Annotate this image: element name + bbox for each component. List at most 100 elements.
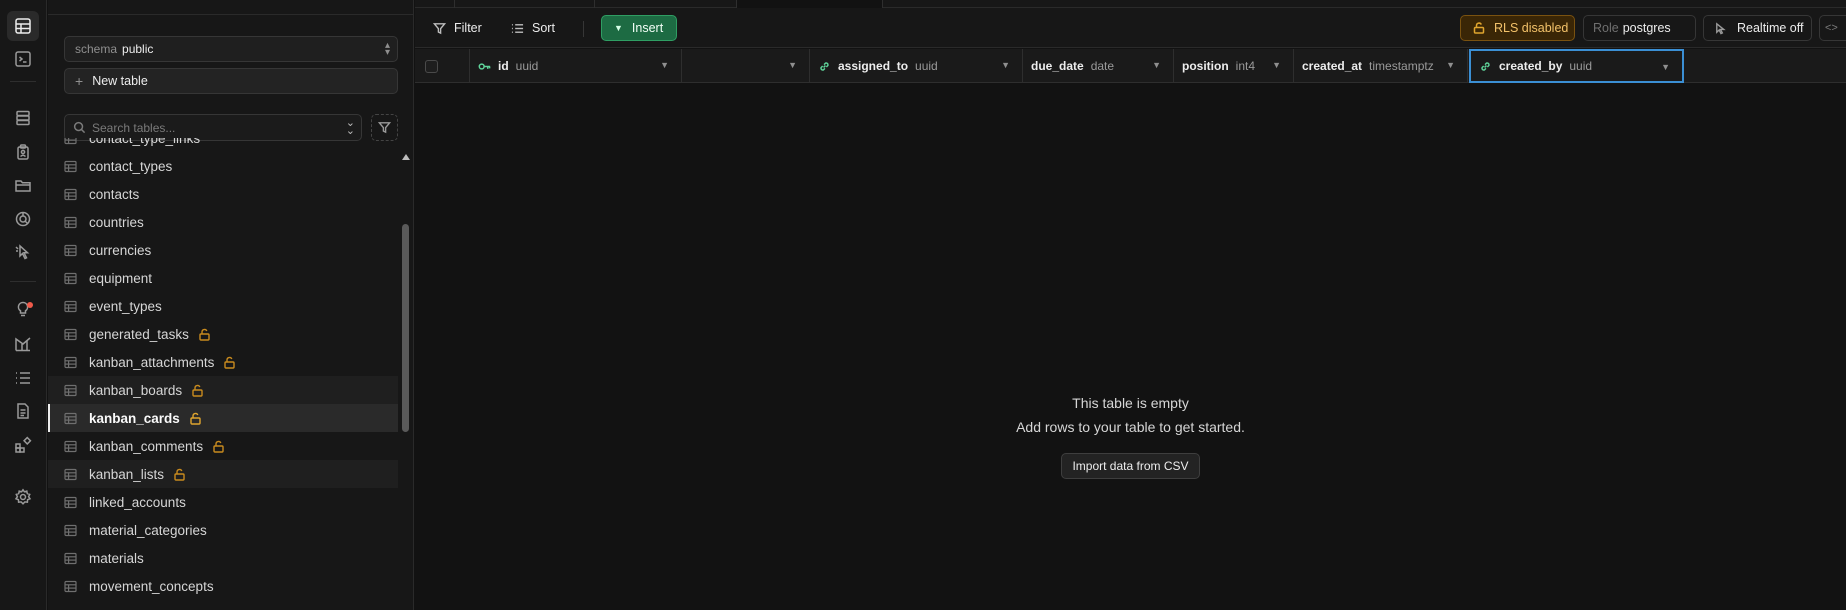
table-icon: [64, 300, 77, 312]
search-tables-input[interactable]: Search tables... ⌄ ⌄: [64, 114, 362, 141]
unlock-icon: [199, 328, 210, 341]
chevron-down-icon[interactable]: ▼: [1272, 60, 1281, 70]
unlock-icon: [190, 412, 201, 425]
sidebar-table-item[interactable]: currencies: [48, 236, 398, 264]
sidebar-table-label: kanban_cards: [89, 410, 180, 426]
reports-icon[interactable]: [7, 329, 39, 359]
edge-functions-icon[interactable]: [7, 237, 39, 267]
unlock-icon: [192, 384, 203, 397]
grid-toolbar: Filter Sort ▼ Insert RLS disabled Role p…: [415, 8, 1846, 48]
rls-disabled-button[interactable]: RLS disabled: [1460, 15, 1575, 41]
table-editor-icon[interactable]: [7, 11, 39, 41]
role-select[interactable]: Role postgres: [1583, 15, 1696, 41]
auth-icon[interactable]: [7, 137, 39, 167]
table-icon: [64, 412, 77, 424]
column-header-id[interactable]: id uuid ▼: [470, 49, 682, 83]
chevron-down-icon[interactable]: ▼: [1001, 60, 1010, 70]
rail-divider: [10, 281, 36, 282]
table-editor-main: Filter Sort ▼ Insert RLS disabled Role p…: [415, 0, 1846, 610]
sql-editor-icon[interactable]: [7, 44, 39, 74]
sidebar-table-item[interactable]: linked_accounts: [48, 488, 398, 516]
filter-tables-button[interactable]: [371, 114, 398, 141]
schema-value: public: [122, 42, 154, 56]
rls-label: RLS disabled: [1494, 21, 1569, 35]
column-header-created-at[interactable]: created_at timestamptz ▼: [1294, 49, 1468, 83]
filter-button[interactable]: Filter: [433, 15, 482, 41]
column-name: created_by: [1499, 59, 1563, 73]
column-header-assigned-to[interactable]: assigned_to uuid ▼: [810, 49, 1023, 83]
sidebar-table-label: event_types: [89, 298, 162, 314]
select-all-checkbox[interactable]: [425, 60, 438, 73]
new-table-button[interactable]: + New table: [64, 68, 398, 94]
tab-fragment[interactable]: [595, 0, 737, 8]
sidebar-table-item[interactable]: contact_types: [48, 152, 398, 180]
sidebar-table-item[interactable]: kanban_attachments: [48, 348, 398, 376]
scroll-thumb[interactable]: [402, 224, 409, 432]
schema-label: schema: [75, 42, 118, 56]
sidebar-table-label: kanban_comments: [89, 438, 204, 454]
sidebar-table-label: generated_tasks: [89, 326, 189, 342]
sidebar-table-item[interactable]: generated_tasks: [48, 320, 398, 348]
code-icon: <>: [1825, 22, 1838, 34]
table-icon: [64, 384, 77, 396]
sidebar-table-item[interactable]: material_categories: [48, 516, 398, 544]
chevron-down-icon[interactable]: ▼: [660, 60, 669, 70]
chevron-down-icon[interactable]: ▼: [1152, 60, 1161, 70]
advisors-icon[interactable]: [7, 294, 39, 324]
sort-button[interactable]: Sort: [511, 15, 555, 41]
collapse-chevrons-icon[interactable]: ⌄ ⌄: [346, 118, 355, 137]
sidebar-table-item[interactable]: contacts: [48, 180, 398, 208]
empty-state: This table is empty Add rows to your tab…: [415, 395, 1846, 479]
sidebar-table-item[interactable]: contact_type_links: [48, 138, 398, 152]
sidebar-table-item[interactable]: countries: [48, 208, 398, 236]
column-type: uuid: [1569, 59, 1593, 73]
table-sidebar: schema public ▴ ▾ + New table Search tabl…: [48, 0, 414, 610]
scroll-up-icon[interactable]: [402, 154, 410, 160]
insert-button[interactable]: ▼ Insert: [601, 15, 677, 41]
table-icon: [64, 244, 77, 256]
import-csv-button[interactable]: Import data from CSV: [1061, 453, 1200, 479]
sidebar-table-item[interactable]: event_types: [48, 292, 398, 320]
storage-icon[interactable]: [7, 170, 39, 200]
sidebar-table-item[interactable]: equipment: [48, 264, 398, 292]
sidebar-table-item[interactable]: kanban_lists: [48, 460, 398, 488]
sidebar-table-label: materials: [89, 550, 144, 566]
database-icon[interactable]: [7, 103, 39, 133]
sidebar-table-item[interactable]: movement_concepts: [48, 572, 398, 600]
realtime-button[interactable]: Realtime off: [1703, 15, 1812, 41]
tab-fragment[interactable]: [455, 0, 595, 8]
api-code-button[interactable]: <>: [1819, 15, 1846, 41]
table-icon: [64, 272, 77, 284]
table-icon: [64, 580, 77, 592]
rail-divider: [10, 81, 36, 82]
table-icon: [64, 356, 77, 368]
tab-active-fragment[interactable]: [737, 0, 883, 8]
column-header-due-date[interactable]: due_date date ▼: [1023, 49, 1174, 83]
chevron-down-icon[interactable]: ▼: [1446, 60, 1455, 70]
table-icon: [64, 552, 77, 564]
sidebar-table-item[interactable]: kanban_comments: [48, 432, 398, 460]
sidebar-table-label: material_categories: [89, 522, 207, 538]
integrations-icon[interactable]: [7, 430, 39, 460]
column-header-created-by[interactable]: created_by uuid ▼: [1469, 49, 1684, 83]
table-icon: [64, 468, 77, 480]
api-docs-icon[interactable]: [7, 396, 39, 426]
sidebar-table-item[interactable]: materials: [48, 544, 398, 572]
settings-icon[interactable]: [7, 482, 39, 512]
sidebar-table-item[interactable]: kanban_boards: [48, 376, 398, 404]
list-sort-icon: [511, 23, 524, 33]
column-header-unnamed[interactable]: ▼: [682, 49, 810, 83]
sidebar-table-item[interactable]: kanban_cards: [48, 404, 398, 432]
column-header-position[interactable]: position int4 ▼: [1174, 49, 1294, 83]
sidebar-table-label: equipment: [89, 270, 153, 286]
sidebar-table-label: linked_accounts: [89, 494, 186, 510]
realtime-icon[interactable]: [7, 204, 39, 234]
logs-icon[interactable]: [7, 363, 39, 393]
schema-select[interactable]: schema public ▴ ▾: [64, 36, 398, 62]
column-type: uuid: [515, 59, 539, 73]
chevron-down-icon[interactable]: ▼: [788, 60, 797, 70]
sidebar-table-label: contacts: [89, 186, 140, 202]
chevron-down-icon[interactable]: ▼: [1661, 62, 1670, 72]
tab-fragment[interactable]: [415, 0, 455, 8]
sidebar-scrollbar[interactable]: [400, 150, 410, 610]
